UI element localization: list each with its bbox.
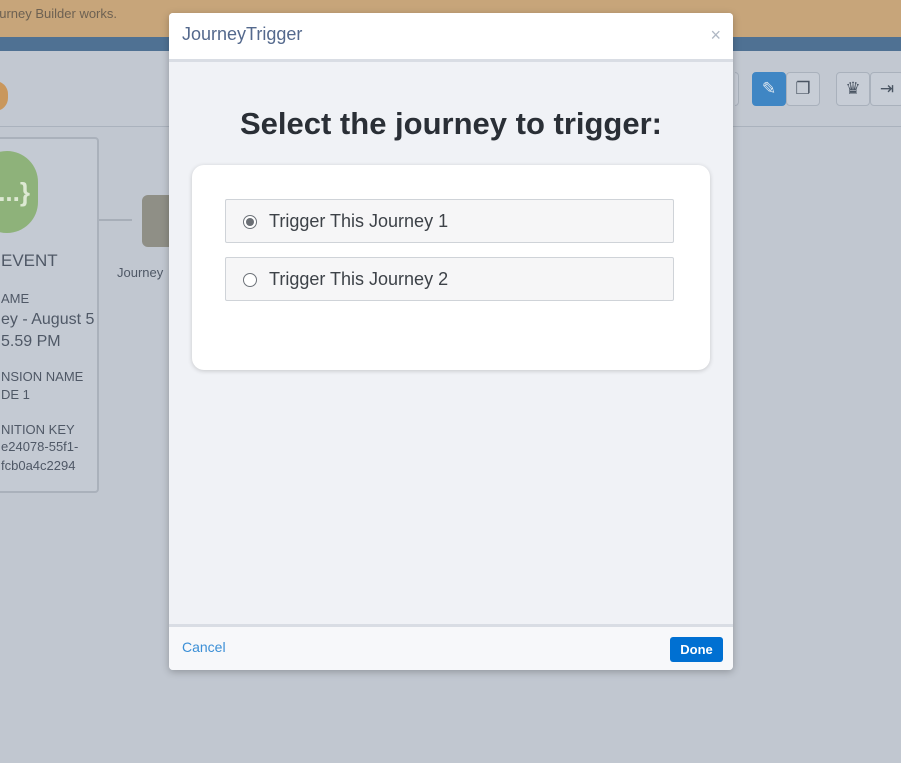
trophy-icon: ♛ <box>845 79 861 98</box>
pencil-icon: ✎ <box>761 79 777 98</box>
extension-label: NSION NAME <box>1 369 84 384</box>
event-name-value-2: 5.59 PM <box>1 333 61 350</box>
modal-header: JourneyTrigger × <box>169 13 733 62</box>
edit-button[interactable]: ✎ <box>752 72 786 106</box>
journey-choice-panel: Trigger This Journey 1 Trigger This Jour… <box>192 165 710 370</box>
notice-text: ourney Builder works. <box>0 6 117 21</box>
exit-icon: ⇥ <box>879 79 895 98</box>
path-connector <box>99 219 132 221</box>
done-button[interactable]: Done <box>670 637 723 662</box>
definition-value-1: e24078-55f1- <box>1 439 79 454</box>
extension-value: DE 1 <box>1 387 30 402</box>
journey-trigger-modal: JourneyTrigger × Select the journey to t… <box>169 13 733 670</box>
definition-label: NITION KEY <box>1 422 75 437</box>
event-icon: ...} <box>0 151 38 233</box>
entry-event-card[interactable]: ...} EVENT AME ey - August 5 5.59 PM NSI… <box>0 137 99 493</box>
journey-activity-label: Journey <box>117 265 164 280</box>
copy-button[interactable]: ❐ <box>786 72 820 106</box>
modal-title: JourneyTrigger <box>182 24 303 44</box>
event-name-value-1: ey - August 5 <box>1 311 95 328</box>
radio-button[interactable] <box>243 273 257 287</box>
toolbar-button-partial <box>735 72 739 106</box>
close-icon[interactable]: × <box>710 25 721 46</box>
journey-option-1[interactable]: Trigger This Journey 1 <box>225 199 674 243</box>
modal-heading: Select the journey to trigger: <box>239 106 662 141</box>
event-name-label: AME <box>1 291 30 306</box>
cancel-button[interactable]: Cancel <box>182 639 226 655</box>
journey-option-2[interactable]: Trigger This Journey 2 <box>225 257 674 301</box>
event-title: EVENT <box>1 251 58 270</box>
radio-button-selected[interactable] <box>243 215 257 229</box>
exit-button[interactable]: ⇥ <box>870 72 901 106</box>
modal-footer: Cancel Done <box>169 624 733 670</box>
copy-icon: ❐ <box>795 79 811 98</box>
goals-button[interactable]: ♛ <box>836 72 870 106</box>
definition-value-2: fcb0a4c2294 <box>1 458 76 473</box>
journey-option-label: Trigger This Journey 2 <box>269 269 449 289</box>
journey-option-label: Trigger This Journey 1 <box>269 211 449 231</box>
